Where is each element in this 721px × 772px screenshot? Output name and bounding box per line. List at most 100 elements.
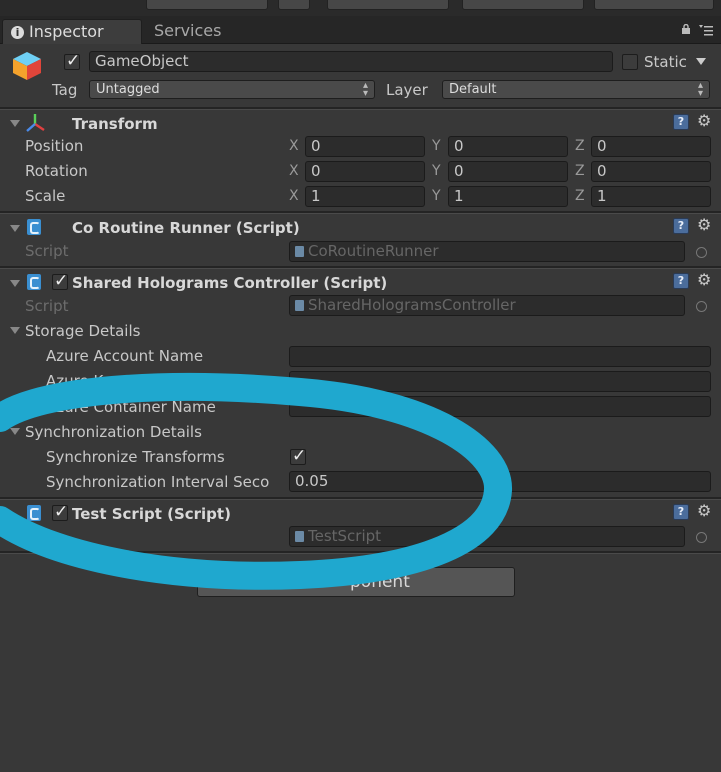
position-label: Position <box>25 137 84 155</box>
separator <box>0 107 721 110</box>
rotation-x-input[interactable]: 0 <box>305 161 425 182</box>
coroutine-foldout-icon[interactable] <box>10 225 20 232</box>
gear-icon[interactable]: ⚙ <box>697 217 713 233</box>
gameobject-cube-icon <box>13 52 41 80</box>
add-component-button[interactable]: ponent <box>197 567 515 597</box>
sync-interval-input[interactable]: 0.05 <box>289 471 711 492</box>
transform-title: Transform <box>72 115 158 133</box>
test-title: Test Script (Script) <box>72 505 231 523</box>
position-x-input[interactable]: 0 <box>305 136 425 157</box>
test-script-field: TestScript <box>289 526 685 547</box>
azure-container-label: Azure Container Name <box>46 398 216 416</box>
coroutine-title: Co Routine Runner (Script) <box>72 219 300 237</box>
shared-title: Shared Holograms Controller (Script) <box>72 274 388 292</box>
dropdown-arrows-icon: ▴ ▾ <box>362 80 368 99</box>
position-z-input[interactable]: 0 <box>591 136 711 157</box>
help-icon[interactable]: ? <box>673 218 689 234</box>
azure-key-label: Azure Key Base 64 <box>46 372 186 390</box>
scale-x-input[interactable]: 1 <box>305 186 425 207</box>
test-enabled-checkbox[interactable] <box>52 502 68 522</box>
help-icon[interactable]: ? <box>673 504 689 520</box>
shared-enabled-checkbox[interactable] <box>52 271 68 291</box>
gear-icon[interactable]: ⚙ <box>697 272 713 288</box>
object-picker-icon[interactable] <box>696 301 707 312</box>
transform-foldout-icon[interactable] <box>10 120 20 127</box>
dropdown-arrows-icon: ▴ ▾ <box>697 80 703 99</box>
object-name-input[interactable]: GameObject <box>89 51 613 72</box>
layer-dropdown-value: Default <box>449 82 497 97</box>
script-icon <box>27 505 41 521</box>
sync-foldout-icon[interactable] <box>10 428 20 435</box>
tab-bar: i Inspector Services <box>0 16 721 44</box>
active-checkbox[interactable] <box>64 51 80 71</box>
axis-z-label[interactable]: Z <box>575 163 585 179</box>
rotation-z-input[interactable]: 0 <box>591 161 711 182</box>
toolbar-button[interactable] <box>146 0 268 10</box>
axis-x-label[interactable]: X <box>289 188 299 204</box>
object-picker-icon[interactable] <box>696 247 707 258</box>
toolbar-button[interactable] <box>327 0 449 10</box>
static-dropdown-arrow-icon[interactable] <box>696 58 706 65</box>
object-picker-icon[interactable] <box>696 532 707 543</box>
toolbar-button[interactable] <box>462 0 584 10</box>
axis-x-label[interactable]: X <box>289 163 299 179</box>
separator <box>0 551 721 554</box>
axis-y-label[interactable]: Y <box>432 138 441 154</box>
top-toolbar-strip <box>0 0 721 16</box>
azure-key-input[interactable] <box>289 371 711 392</box>
rotation-y-input[interactable]: 0 <box>448 161 568 182</box>
script-file-icon <box>295 246 304 257</box>
axis-y-label[interactable]: Y <box>432 188 441 204</box>
separator <box>0 497 721 500</box>
sync-interval-label: Synchronization Interval Seco <box>46 473 270 491</box>
axis-x-label[interactable]: X <box>289 138 299 154</box>
azure-container-input[interactable] <box>289 396 711 417</box>
shared-script-field: SharedHologramsController <box>289 295 685 316</box>
tag-dropdown[interactable]: Untagged ▴ ▾ <box>89 80 375 99</box>
add-component-label: ponent <box>350 572 410 592</box>
coroutine-script-value: CoRoutineRunner <box>308 242 439 260</box>
script-file-icon <box>295 531 304 542</box>
gear-icon[interactable]: ⚙ <box>697 503 713 519</box>
tab-inspector[interactable]: i Inspector <box>2 19 142 44</box>
gear-icon[interactable]: ⚙ <box>697 113 713 129</box>
toolbar-button[interactable] <box>594 0 714 10</box>
script-icon <box>27 274 41 290</box>
rotation-label: Rotation <box>25 162 88 180</box>
panel-menu-icon[interactable] <box>699 24 713 36</box>
storage-foldout-icon[interactable] <box>10 327 20 334</box>
transform-axes-icon <box>26 114 45 132</box>
tag-dropdown-value: Untagged <box>96 82 160 97</box>
azure-account-input[interactable] <box>289 346 711 367</box>
tab-services-label: Services <box>154 21 222 40</box>
coroutine-script-field: CoRoutineRunner <box>289 241 685 262</box>
help-icon[interactable]: ? <box>673 114 689 130</box>
axis-z-label[interactable]: Z <box>575 138 585 154</box>
script-icon <box>27 219 41 235</box>
info-icon: i <box>11 26 24 39</box>
tab-services[interactable]: Services <box>146 19 229 43</box>
toolbar-button[interactable] <box>278 0 310 10</box>
position-y-input[interactable]: 0 <box>448 136 568 157</box>
shared-foldout-icon[interactable] <box>10 280 20 287</box>
scale-y-input[interactable]: 1 <box>448 186 568 207</box>
static-checkbox[interactable] <box>622 54 638 70</box>
axis-y-label[interactable]: Y <box>432 163 441 179</box>
tab-inspector-label: Inspector <box>29 22 104 41</box>
layer-label: Layer <box>386 81 428 99</box>
shared-script-label: Script <box>25 297 69 315</box>
sync-details-label: Synchronization Details <box>25 423 202 441</box>
sync-transforms-label: Synchronize Transforms <box>46 448 225 466</box>
layer-dropdown[interactable]: Default ▴ ▾ <box>442 80 710 99</box>
separator <box>0 211 721 214</box>
help-icon[interactable]: ? <box>673 273 689 289</box>
azure-account-label: Azure Account Name <box>46 347 204 365</box>
sync-transforms-checkbox[interactable] <box>290 446 306 466</box>
axis-z-label[interactable]: Z <box>575 188 585 204</box>
storage-details-label: Storage Details <box>25 322 141 340</box>
separator <box>0 266 721 269</box>
scale-z-input[interactable]: 1 <box>591 186 711 207</box>
static-label: Static <box>644 53 687 71</box>
lock-icon[interactable] <box>681 24 691 34</box>
tag-label: Tag <box>52 81 78 99</box>
